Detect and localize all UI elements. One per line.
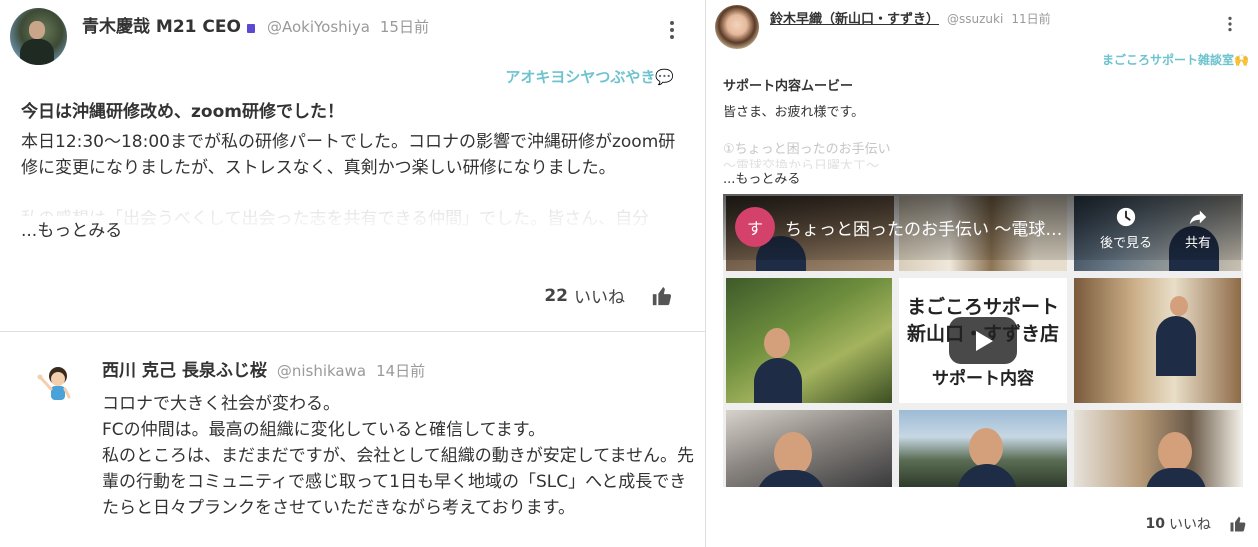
post-time: 15日前: [379, 18, 429, 36]
video-title[interactable]: ちょっと困ったのお手伝い 〜電球交換から日曜大工〜: [785, 215, 1073, 240]
author-handle[interactable]: @AokiYoshiya: [267, 18, 370, 36]
post-title: 今日は沖縄研修改め、zoom研修でした！: [21, 102, 344, 122]
post-body: コロナで大きく社会が変わる。 FCの仲間は。最高の組織に変化していると確信してま…: [102, 391, 702, 521]
title-card-subtitle: サポート内容: [932, 369, 1034, 389]
author-handle[interactable]: @nishikawa: [277, 362, 366, 380]
post-body-line: 私のところは、まだまだですが、会社として組織の動きが安定してません。先輩の行動を…: [102, 446, 694, 518]
avatar[interactable]: [10, 8, 67, 65]
share-button[interactable]: 共有: [1163, 206, 1233, 251]
video-thumbnail-tile: [726, 410, 892, 487]
post-time: 11日前: [1011, 12, 1051, 26]
avatar-face: [29, 21, 45, 39]
play-icon[interactable]: [949, 317, 1017, 364]
right-column: 鈴木早織（新山口・すずき） @ssuzuki 11日前 まごころサポート雑談室🙌…: [707, 0, 1258, 547]
read-more-link[interactable]: ...もっとみる: [21, 216, 123, 241]
community-link[interactable]: アオキヨシヤつぶやき💬: [505, 66, 674, 87]
share-arrow-icon: [1189, 210, 1207, 225]
kebab-icon[interactable]: [666, 21, 678, 39]
watch-later-label: 後で見る: [1099, 236, 1152, 251]
share-label: 共有: [1184, 236, 1211, 251]
post-time: 14日前: [376, 362, 426, 380]
like-area: 10 いいね: [1146, 514, 1247, 534]
like-count: 22: [544, 285, 568, 306]
post-header: 青木慶哉 M21 CEO @AokiYoshiya 15日前: [82, 12, 429, 37]
avatar[interactable]: [715, 5, 759, 49]
thumbs-up-icon[interactable]: [1229, 515, 1247, 533]
post-body: 皆さま、お疲れ様です。: [723, 105, 865, 120]
video-embed[interactable]: まごころサポート新山口・すずき店 サポート内容 す ちょっと困ったのお手伝い 〜…: [723, 194, 1243, 487]
post-card-aoki: 青木慶哉 M21 CEO @AokiYoshiya 15日前 アオキヨシヤつぶや…: [0, 0, 706, 332]
video-thumbnail-tile: [726, 278, 892, 403]
kebab-icon[interactable]: [1225, 16, 1235, 32]
like-label: いいね: [574, 288, 625, 308]
author-name[interactable]: 西川 克己 長泉ふじ桜: [102, 356, 267, 381]
like-label: いいね: [1169, 517, 1211, 533]
author-name[interactable]: 鈴木早織（新山口・すずき）: [770, 8, 939, 27]
post-header: 鈴木早織（新山口・すずき） @ssuzuki 11日前: [770, 8, 1051, 27]
avatar[interactable]: [36, 364, 76, 404]
like-count: 10: [1145, 516, 1165, 532]
post-title: サポート内容ムービー: [723, 79, 854, 94]
badge-icon: [246, 24, 255, 33]
video-thumbnail-tile: [1074, 410, 1241, 487]
community-link[interactable]: まごころサポート雑談室🙌: [1102, 51, 1249, 68]
author-handle[interactable]: @ssuzuki: [947, 12, 1003, 26]
clock-icon: [1116, 207, 1136, 227]
video-thumbnail-tile: [1074, 278, 1241, 403]
watch-later-button[interactable]: 後で見る: [1091, 206, 1161, 251]
thumbs-up-icon[interactable]: [651, 285, 673, 307]
post-body-faded: ①ちょっと困ったのお手伝い: [723, 142, 891, 157]
post-body-line: FCの仲間は。最高の組織に変化していると確信してます。: [102, 420, 546, 440]
like-area: 22 いいね: [544, 283, 673, 308]
video-thumbnail-tile: [899, 410, 1067, 487]
read-more-link[interactable]: ...もっとみる: [723, 168, 801, 187]
post-body: 本日12:30〜18:00までが私の研修パートでした。コロナの影響で沖縄研修がz…: [21, 132, 676, 178]
channel-avatar[interactable]: す: [735, 207, 775, 247]
post-body-line: コロナで大きく社会が変わる。: [102, 394, 340, 414]
post-header: 西川 克己 長泉ふじ桜 @nishikawa 14日前: [102, 356, 425, 381]
left-column: 青木慶哉 M21 CEO @AokiYoshiya 15日前 アオキヨシヤつぶや…: [0, 0, 706, 547]
avatar-torso: [20, 39, 54, 65]
author-name[interactable]: 青木慶哉 M21 CEO: [82, 12, 241, 37]
